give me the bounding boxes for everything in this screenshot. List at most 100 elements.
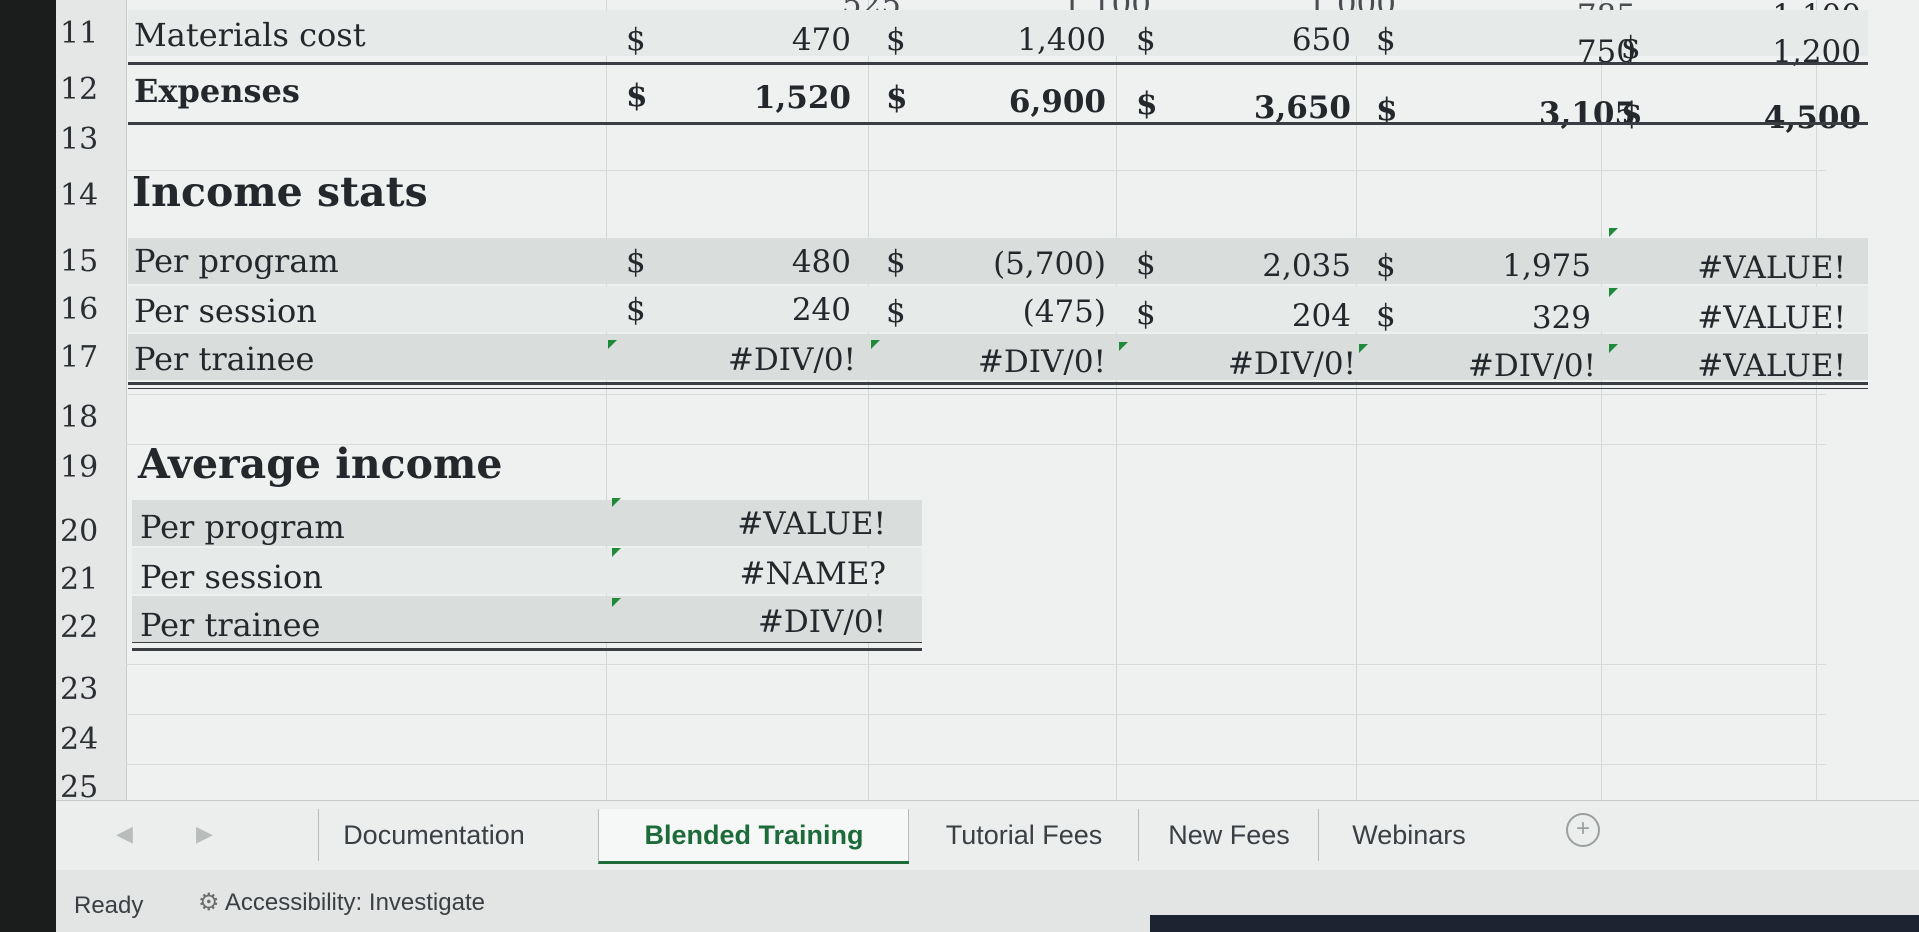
- cell-value[interactable]: (5,700): [961, 246, 1106, 282]
- cell-value[interactable]: #DIV/0!: [1156, 346, 1356, 382]
- cell-value[interactable]: #VALUE!: [1646, 348, 1846, 384]
- accessibility-label: Accessibility: Investigate: [224, 889, 485, 916]
- accessibility-icon: ⚙: [198, 889, 220, 916]
- cell-value[interactable]: 1,975: [1446, 248, 1591, 284]
- row-number[interactable]: 19: [60, 450, 126, 485]
- row-number[interactable]: 21: [60, 562, 126, 597]
- row-label[interactable]: Materials cost: [134, 16, 366, 54]
- cell-value[interactable]: 650: [1206, 22, 1351, 58]
- currency-symbol: $: [1621, 30, 1641, 66]
- accessibility-status[interactable]: ⚙ Accessibility: Investigate: [198, 888, 485, 917]
- cell-value[interactable]: 480: [706, 244, 851, 280]
- row-number[interactable]: 23: [60, 672, 126, 707]
- currency-symbol: $: [626, 78, 648, 114]
- column-gridline: [868, 0, 869, 800]
- currency-symbol: $: [886, 244, 906, 280]
- row-gridline: [126, 764, 1826, 765]
- row-number[interactable]: 11: [60, 16, 126, 51]
- sheet-tab-bar: ◀ ▶ Documentation Blended Training Tutor…: [56, 800, 1919, 871]
- row-number[interactable]: 18: [60, 400, 126, 435]
- error-indicator-icon[interactable]: [1609, 228, 1618, 237]
- error-indicator-icon[interactable]: [1609, 288, 1618, 297]
- error-indicator-icon[interactable]: [871, 340, 880, 349]
- row-label[interactable]: Per trainee: [134, 340, 314, 378]
- total-rule: [132, 642, 922, 643]
- currency-symbol: $: [1136, 296, 1156, 332]
- currency-symbol: $: [626, 22, 646, 58]
- error-indicator-icon[interactable]: [612, 598, 621, 607]
- tab-new-fees[interactable]: New Fees: [1138, 809, 1319, 861]
- screen-bezel: [0, 0, 56, 932]
- add-sheet-icon[interactable]: +: [1566, 813, 1600, 847]
- row-label[interactable]: Per session: [140, 558, 323, 596]
- error-indicator-icon[interactable]: [612, 548, 621, 557]
- currency-symbol: $: [1376, 298, 1396, 334]
- cell-value[interactable]: 1,400: [961, 22, 1106, 58]
- error-indicator-icon[interactable]: [1359, 344, 1368, 353]
- error-indicator-icon[interactable]: [1609, 344, 1618, 353]
- cell-value[interactable]: 1,520: [706, 80, 851, 116]
- row-number[interactable]: 12: [60, 72, 126, 107]
- cell-value[interactable]: 4,500: [1716, 100, 1861, 136]
- row-number[interactable]: 15: [60, 244, 126, 279]
- section-heading[interactable]: Average income: [138, 440, 502, 488]
- row-gridline: [126, 714, 1826, 715]
- currency-symbol: $: [886, 80, 908, 116]
- tab-scroll-right-icon[interactable]: ▶: [196, 821, 213, 847]
- row-number[interactable]: 13: [60, 122, 126, 157]
- cell-value[interactable]: 3,105: [1491, 96, 1636, 132]
- cell-value[interactable]: #DIV/0!: [1396, 348, 1596, 384]
- row-number[interactable]: 20: [60, 514, 126, 549]
- currency-symbol: $: [886, 294, 906, 330]
- row-number[interactable]: 16: [60, 292, 126, 327]
- currency-symbol: $: [1376, 22, 1396, 58]
- cell-value[interactable]: 470: [706, 22, 851, 58]
- worksheet-grid[interactable]: 11 12 13 14 15 16 17 18 19 20 21 22 23 2…: [56, 0, 1919, 805]
- row-label[interactable]: Per session: [134, 292, 317, 330]
- currency-symbol: $: [1136, 246, 1156, 282]
- error-indicator-icon[interactable]: [1119, 342, 1128, 351]
- cell-value[interactable]: (475): [961, 294, 1106, 330]
- cell-value[interactable]: #NAME?: [626, 556, 886, 592]
- error-indicator-icon[interactable]: [608, 340, 617, 349]
- row-header-column[interactable]: 11 12 13 14 15 16 17 18 19 20 21 22 23 2…: [56, 0, 127, 805]
- tab-blended-training[interactable]: Blended Training: [598, 809, 909, 864]
- row-number[interactable]: 24: [60, 722, 126, 757]
- cell-value[interactable]: #VALUE!: [1646, 300, 1846, 336]
- cell-value[interactable]: #DIV/0!: [656, 342, 856, 378]
- error-indicator-icon[interactable]: [612, 498, 621, 507]
- row-number[interactable]: 22: [60, 610, 126, 645]
- cell-value[interactable]: 2,035: [1206, 248, 1351, 284]
- cell-value[interactable]: #VALUE!: [626, 506, 886, 542]
- row-label[interactable]: Expenses: [134, 72, 300, 110]
- cell-value[interactable]: 204: [1206, 298, 1351, 334]
- column-gridline: [1356, 0, 1357, 800]
- total-rule: [128, 62, 1868, 65]
- section-heading[interactable]: Income stats: [132, 168, 428, 216]
- cell-value[interactable]: #DIV/0!: [626, 604, 886, 640]
- cell-value[interactable]: #DIV/0!: [906, 344, 1106, 380]
- tab-tutorial-fees[interactable]: Tutorial Fees: [908, 809, 1139, 861]
- row-number[interactable]: 14: [60, 178, 126, 213]
- total-rule: [128, 382, 1868, 385]
- cell-value[interactable]: #VALUE!: [1646, 250, 1846, 286]
- total-rule: [128, 388, 1868, 389]
- cell-value[interactable]: 3,650: [1206, 90, 1351, 126]
- cell-value[interactable]: 329: [1446, 300, 1591, 336]
- column-gridline: [606, 0, 607, 800]
- tab-scroll-left-icon[interactable]: ◀: [116, 821, 133, 847]
- currency-symbol: $: [1376, 248, 1396, 284]
- cell-value[interactable]: 6,900: [961, 84, 1106, 120]
- row-label[interactable]: Per trainee: [140, 606, 320, 644]
- tab-webinars[interactable]: Webinars: [1318, 809, 1499, 861]
- currency-symbol: $: [1621, 96, 1643, 132]
- row-number[interactable]: 17: [60, 340, 126, 375]
- cell-value[interactable]: 240: [706, 292, 851, 328]
- row-label[interactable]: Per program: [140, 508, 345, 546]
- tab-documentation[interactable]: Documentation: [318, 809, 549, 861]
- row-label[interactable]: Per program: [134, 242, 339, 280]
- total-rule: [132, 648, 922, 651]
- currency-symbol: $: [1136, 22, 1156, 58]
- total-rule: [128, 122, 1868, 125]
- row-gridline: [126, 394, 1826, 395]
